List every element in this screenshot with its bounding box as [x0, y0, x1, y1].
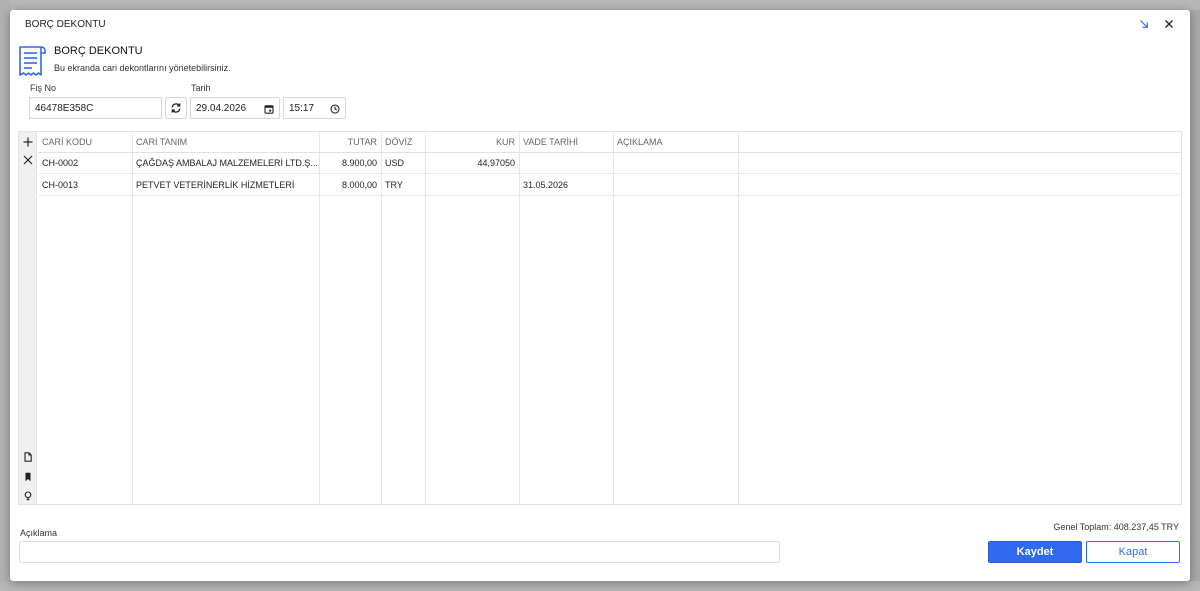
calendar-icon	[263, 104, 274, 114]
hint-button[interactable]	[21, 489, 35, 503]
delete-icon	[23, 155, 33, 165]
time-input[interactable]: 15:17	[283, 97, 346, 119]
genel-toplam: Genel Toplam: 408.237,45 TRY	[1053, 522, 1179, 532]
aciklama-input[interactable]	[19, 541, 780, 563]
refresh-icon	[171, 103, 181, 113]
cell-cari-kodu[interactable]: CH-0013	[38, 175, 132, 196]
background	[0, 0, 1200, 10]
col-header-doviz[interactable]: DÖVİZ	[381, 132, 425, 153]
document-icon	[24, 452, 32, 462]
add-row-button[interactable]	[21, 135, 35, 149]
grid-header: CARİ KODU CARİ TANIM TUTAR DÖVİZ KUR VAD…	[38, 132, 1181, 153]
col-header-tutar[interactable]: TUTAR	[319, 132, 381, 153]
grid-toolbar	[19, 132, 37, 504]
minimize-arrow-icon	[1140, 20, 1148, 28]
cell-vade-tarihi[interactable]	[519, 153, 613, 174]
page-subtitle: Bu ekranda cari dekontlarını yönetebilir…	[54, 63, 231, 73]
plus-icon	[23, 137, 33, 147]
close-button[interactable]	[1160, 16, 1178, 32]
save-button[interactable]: Kaydet	[988, 541, 1082, 563]
bookmark-button[interactable]	[21, 470, 35, 484]
dekont-grid: CARİ KODU CARİ TANIM TUTAR DÖVİZ KUR VAD…	[18, 131, 1182, 505]
table-row[interactable]: CH-0013 PETVET VETERİNERLİK HİZMETLERİ 8…	[38, 175, 1181, 196]
borc-dekontu-dialog: BORÇ DEKONTU BORÇ DEKONTU Bu ekranda car…	[10, 10, 1190, 581]
col-header-cari-kodu[interactable]: CARİ KODU	[38, 132, 132, 153]
fis-no-input[interactable]: 46478E358C	[29, 97, 162, 119]
window-title: BORÇ DEKONTU	[25, 19, 106, 30]
cell-kur[interactable]: 44,97050	[425, 153, 519, 174]
cell-tutar[interactable]: 8.000,00	[319, 175, 381, 196]
bookmark-icon	[25, 472, 31, 482]
document-button[interactable]	[21, 450, 35, 464]
col-header-aciklama[interactable]: AÇIKLAMA	[613, 132, 738, 153]
background-bottom	[0, 581, 1200, 591]
cell-cari-tanim[interactable]: PETVET VETERİNERLİK HİZMETLERİ	[132, 175, 319, 196]
time-value: 15:17	[289, 102, 315, 114]
cell-cari-kodu[interactable]: CH-0002	[38, 153, 132, 174]
cell-kur[interactable]	[425, 175, 519, 196]
col-header-kur[interactable]: KUR	[425, 132, 519, 153]
cell-doviz[interactable]: USD	[381, 153, 425, 174]
close-dialog-button[interactable]: Kapat	[1086, 541, 1180, 563]
delete-row-button[interactable]	[21, 153, 35, 167]
refresh-button[interactable]	[165, 97, 187, 119]
clock-icon	[329, 103, 340, 114]
aciklama-label: Açıklama	[20, 528, 58, 538]
cell-vade-tarihi[interactable]: 31.05.2026	[519, 175, 613, 196]
grid-body: CARİ KODU CARİ TANIM TUTAR DÖVİZ KUR VAD…	[38, 132, 1181, 504]
clock-button[interactable]	[329, 103, 340, 114]
calendar-button[interactable]	[263, 103, 274, 114]
col-header-vade-tarihi[interactable]: VADE TARİHİ	[519, 132, 613, 153]
table-row[interactable]: CH-0002 ÇAĞDAŞ AMBALAJ MALZEMELERİ LTD.Ş…	[38, 153, 1181, 174]
receipt-icon	[19, 46, 46, 76]
background-left	[0, 0, 10, 591]
page-title: BORÇ DEKONTU	[54, 45, 143, 57]
fis-no-label: Fiş No	[30, 83, 57, 93]
cell-tutar[interactable]: 8.900,00	[319, 153, 381, 174]
fis-no-value: 46478E358C	[35, 102, 94, 114]
cell-doviz[interactable]: TRY	[381, 175, 425, 196]
tarih-label: Tarih	[191, 83, 211, 93]
close-icon	[1165, 20, 1173, 28]
date-input[interactable]: 29.04.2026	[190, 97, 280, 119]
cell-aciklama[interactable]	[613, 153, 738, 174]
cell-aciklama[interactable]	[613, 175, 738, 196]
col-header-cari-tanim[interactable]: CARİ TANIM	[132, 132, 319, 153]
cell-cari-tanim[interactable]: ÇAĞDAŞ AMBALAJ MALZEMELERİ LTD.Ş...	[132, 153, 319, 174]
lightbulb-icon	[24, 491, 32, 501]
date-value: 29.04.2026	[196, 102, 247, 114]
minimize-button[interactable]	[1135, 16, 1153, 32]
